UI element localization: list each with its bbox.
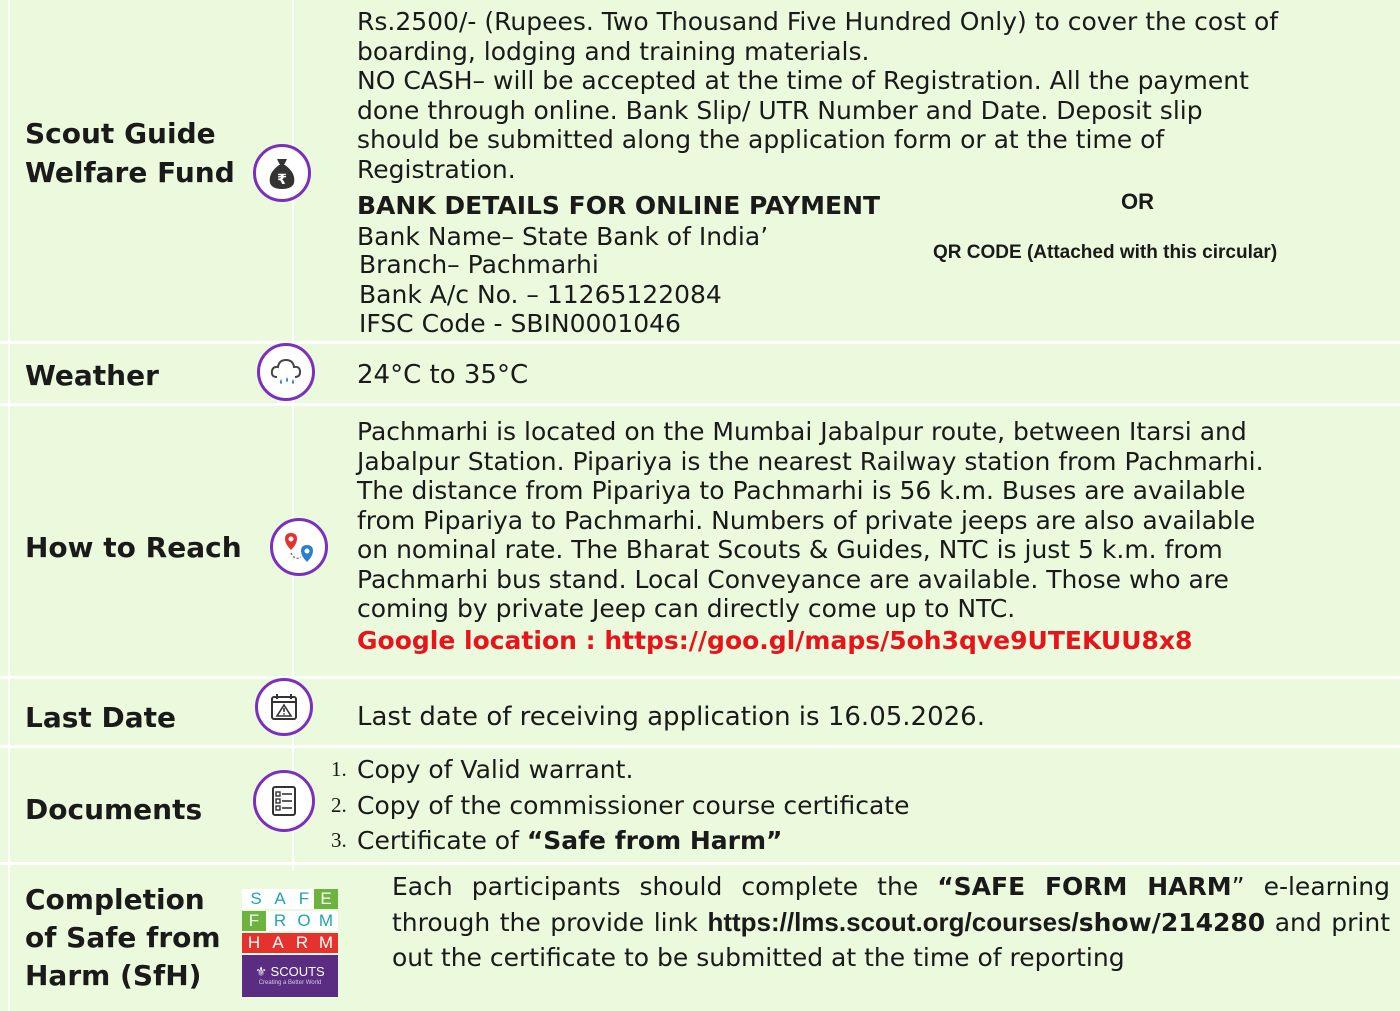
- sfh-emphasis: “SAFE FORM HARM: [937, 872, 1232, 901]
- list-item: 3. Certificate of “Safe from Harm”: [331, 823, 909, 859]
- logo-letter: F: [242, 911, 266, 931]
- fund-line-1: Rs.2500/- (Rupees. Two Thousand Five Hun…: [357, 7, 1279, 36]
- info-table: Scout Guide Welfare Fund ₹ Rs.2500/- (Ru…: [0, 0, 1400, 1011]
- bank-branch: Branch– Pachmarhi: [359, 250, 599, 279]
- row-divider: [0, 403, 1400, 406]
- fund-line-4: done through online. Bank Slip/ UTR Numb…: [357, 95, 1203, 125]
- reach-line-2: Jabalpur Station. Pipariya is the neares…: [357, 446, 1264, 476]
- logo-letter: M: [314, 911, 338, 931]
- row-divider: [0, 341, 1400, 344]
- sfh-course-link-tail[interactable]: show/214280: [1079, 908, 1265, 937]
- logo-letter: R: [290, 933, 314, 953]
- row-divider: [0, 745, 1400, 748]
- logo-letter: A: [266, 933, 290, 953]
- fleur-de-lis-icon: ⚜: [255, 964, 271, 979]
- row-label-weather: Weather: [25, 359, 159, 392]
- list-item: 2. Copy of the commissioner course certif…: [331, 788, 910, 824]
- list-item-text: Certificate of: [357, 826, 527, 855]
- fund-line-3: NO CASH– will be accepted at the time of…: [357, 66, 1249, 95]
- bank-name: Bank Name– State Bank of India’: [357, 222, 769, 251]
- scouts-brand: ⚜ SCOUTS Creating a Better World: [242, 955, 338, 997]
- logo-letter: M: [314, 933, 338, 953]
- row-divider: [0, 676, 1400, 679]
- list-item-number: 2.: [331, 792, 347, 817]
- list-item-text: Copy of Valid warrant.: [357, 755, 634, 784]
- row-label-last-date: Last Date: [25, 701, 177, 734]
- fund-line-6: Registration.: [357, 154, 516, 184]
- qr-code-note: QR CODE (Attached with this circular): [933, 242, 1278, 263]
- logo-letter: E: [314, 889, 338, 909]
- column-divider: [292, 0, 294, 870]
- weather-value: 24°C to 35°C: [357, 360, 529, 390]
- row-divider: [0, 862, 1400, 865]
- fund-line-2: boarding, lodging and training materials…: [357, 36, 870, 66]
- row-label-sfh-line-3: Harm (SfH): [25, 959, 202, 992]
- row-label-documents: Documents: [25, 793, 203, 826]
- list-item-text: Copy of the commissioner course certific…: [357, 790, 910, 820]
- reach-line-7: coming by private Jeep can directly come…: [357, 594, 1016, 623]
- bank-account-number: Bank A/c No. – 11265122084: [359, 280, 722, 309]
- list-item-number: 1.: [331, 757, 347, 781]
- sfh-text: Each participants should complete the: [392, 872, 938, 901]
- sfh-description: Each participants should complete the “S…: [392, 869, 1390, 976]
- documents-list: 1. Copy of Valid warrant. 2. Copy of the c…: [331, 752, 910, 859]
- route-map-pin-icon: [270, 518, 328, 576]
- svg-text:₹: ₹: [277, 172, 287, 188]
- scouts-tagline: Creating a Better World: [258, 980, 322, 986]
- cloud-rain-icon: [257, 343, 315, 401]
- bank-details-heading: BANK DETAILS FOR ONLINE PAYMENT: [357, 191, 881, 220]
- bank-ifsc-code: IFSC Code - SBIN0001046: [359, 309, 681, 338]
- reach-line-5: on nominal rate. The Bharat Scouts & Gui…: [357, 535, 1223, 564]
- reach-line-3: The distance from Pipariya to Pachmarhi …: [357, 476, 1246, 505]
- sfh-course-link[interactable]: https://lms.scout.org/courses/: [707, 907, 1078, 937]
- reach-line-4: from Pipariya to Pachmarhi. Numbers of p…: [357, 505, 1256, 535]
- row-label-welfare-fund: Scout Guide Welfare Fund: [25, 117, 235, 189]
- google-location-link[interactable]: Google location : https://goo.gl/maps/5o…: [357, 626, 1192, 656]
- last-date-value: Last date of receiving application is 16…: [357, 702, 985, 732]
- money-bag-rupee-icon: ₹: [253, 144, 311, 202]
- reach-line-1: Pachmarhi is located on the Mumbai Jabal…: [357, 417, 1247, 446]
- logo-letter: H: [242, 933, 266, 953]
- list-item-bold: “Safe from Harm”: [526, 826, 783, 855]
- or-label: OR: [1121, 189, 1154, 214]
- list-item: 1. Copy of Valid warrant.: [331, 752, 909, 788]
- row-label-sfh-line-1: Completion: [25, 883, 205, 916]
- fund-line-5: should be submitted along the applicatio…: [357, 125, 1165, 154]
- left-border: [8, 0, 10, 1011]
- row-label-how-to-reach: How to Reach: [25, 531, 242, 564]
- calendar-alert-icon: [255, 678, 313, 736]
- checklist-icon: [253, 770, 315, 832]
- row-label-sfh-line-2: of Safe from: [25, 921, 221, 954]
- scouts-brand-text: SCOUTS: [270, 964, 325, 979]
- reach-line-6: Pachmarhi bus stand. Local Conveyance ar…: [357, 564, 1229, 594]
- safe-from-harm-logo: S A F E F R O M H A R M ⚜ SCOUTS Creatin…: [242, 889, 338, 997]
- list-item-number: 3.: [331, 828, 347, 852]
